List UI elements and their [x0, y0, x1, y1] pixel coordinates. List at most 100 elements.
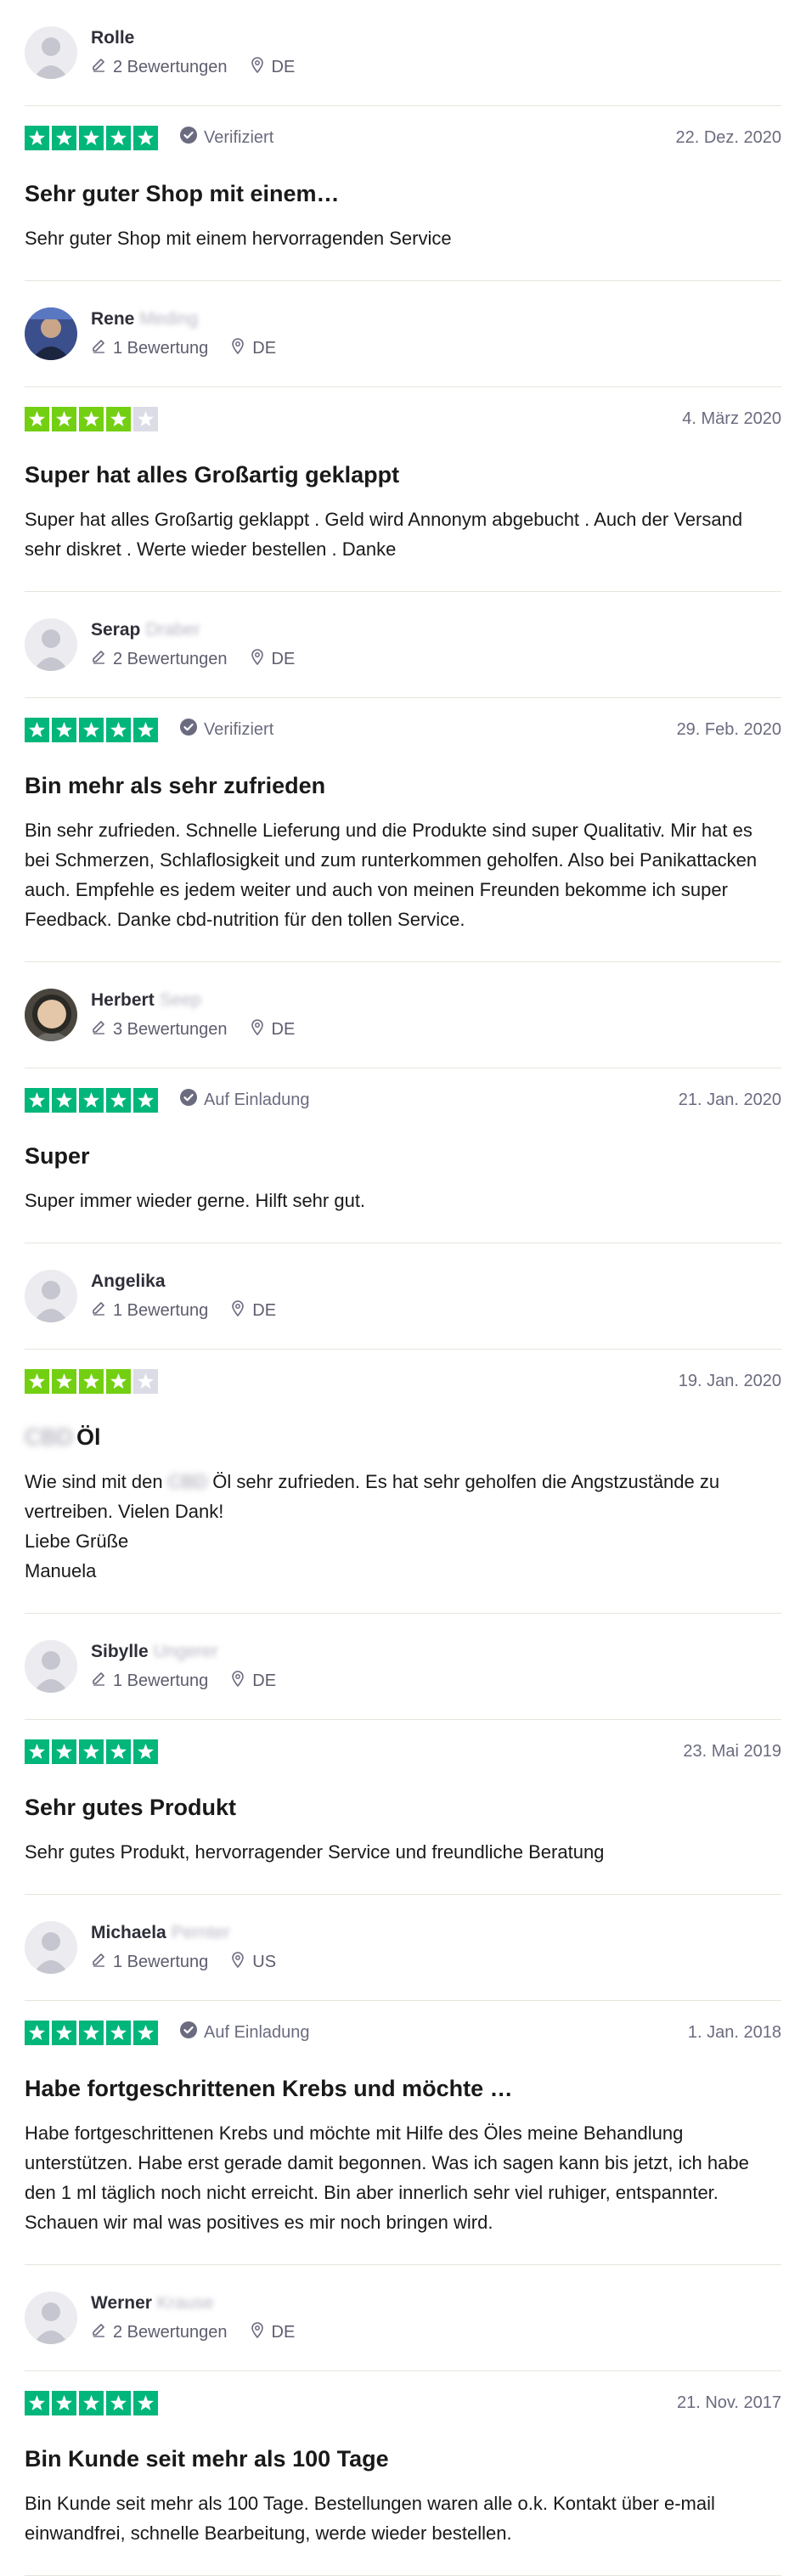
badge-label: Verifiziert — [204, 719, 274, 739]
review-date: 21. Nov. 2017 — [676, 2393, 781, 2412]
review-header: 23. Mai 2019 — [25, 1720, 781, 1783]
star-icon — [133, 717, 158, 742]
consumer-name[interactable]: Werner Krause — [91, 2292, 295, 2314]
review-date: 4. März 2020 — [682, 409, 781, 428]
review-count-label: 2 Bewertungen — [113, 649, 228, 668]
rating-group: Auf Einladung — [25, 2020, 310, 2045]
consumer-meta: 3 Bewertungen DE — [91, 1018, 295, 1040]
verification-badge[interactable]: Verifiziert — [179, 718, 273, 741]
consumer-location: DE — [230, 1299, 276, 1322]
review-text-body: Sehr guter Shop mit einem hervorragenden… — [25, 228, 452, 249]
star-rating — [25, 1087, 161, 1113]
reviews-list: Rolle 2 Bewertungen DE Verifiziert 22. Dez. … — [0, 0, 806, 2576]
consumer-meta: 1 Bewertung DE — [91, 1299, 276, 1322]
location-pin-icon — [250, 56, 272, 78]
review-title[interactable]: Sehr guter Shop mit einem… — [25, 179, 781, 208]
consumer-details: Angelika 1 Bewertung DE — [91, 1271, 276, 1322]
review-count: 2 Bewertungen — [91, 649, 228, 669]
review-title-text: Sehr guter Shop mit einem… — [25, 181, 340, 206]
star-icon — [52, 125, 76, 150]
review-count: 3 Bewertungen — [91, 1019, 228, 1040]
consumer-details: Rolle 2 Bewertungen DE — [91, 27, 295, 78]
review-card: Sibylle Ungerer 1 Bewertung DE 23. Mai 2019 S… — [0, 1614, 806, 1895]
review-title-text: Öl — [76, 1424, 101, 1450]
verification-badge[interactable]: Verifiziert — [179, 126, 273, 149]
consumer-name[interactable]: Serap Draber — [91, 619, 295, 641]
review-text-part: Wie sind mit den — [25, 1471, 168, 1492]
review-text-body: Super immer wieder gerne. Hilft sehr gut… — [25, 1190, 366, 1211]
country-code: DE — [252, 1300, 277, 1320]
review-header: Auf Einladung 1. Jan. 2018 — [25, 2001, 781, 2064]
star-rating — [25, 2020, 161, 2045]
review-text-redacted: CBD — [167, 1471, 208, 1492]
consumer-info: Michaela Pernter 1 Bewertung US — [25, 1895, 781, 2001]
star-icon — [25, 1087, 49, 1113]
star-icon — [79, 406, 104, 431]
consumer-info: Rolle 2 Bewertungen DE — [25, 0, 781, 106]
star-rating — [25, 406, 161, 431]
consumer-first-name: Werner — [91, 2293, 152, 2313]
review-text: Bin Kunde seit mehr als 100 Tage. Bestel… — [25, 2489, 781, 2548]
review-title[interactable]: CBD Öl — [25, 1423, 781, 1451]
avatar[interactable] — [25, 989, 77, 1041]
consumer-name[interactable]: Rolle — [91, 27, 295, 49]
star-icon — [106, 1739, 131, 1764]
pencil-icon — [91, 57, 113, 77]
consumer-last-name: Pernter — [171, 1923, 230, 1942]
avatar[interactable] — [25, 1921, 77, 1974]
consumer-name[interactable]: Angelika — [91, 1271, 276, 1293]
star-icon — [52, 1739, 76, 1764]
avatar[interactable] — [25, 618, 77, 671]
review-count: 1 Bewertung — [91, 1952, 208, 1972]
review-count: 2 Bewertungen — [91, 2322, 228, 2342]
review-title[interactable]: Bin Kunde seit mehr als 100 Tage — [25, 2444, 781, 2473]
review-header: Verifiziert 29. Feb. 2020 — [25, 698, 781, 761]
verification-badge[interactable]: Auf Einladung — [179, 1088, 310, 1112]
review-count-label: 1 Bewertung — [113, 1671, 209, 1690]
star-icon — [52, 1087, 76, 1113]
review-count-label: 3 Bewertungen — [113, 1019, 228, 1039]
avatar[interactable] — [25, 1640, 77, 1693]
star-rating — [25, 717, 161, 742]
rating-group: Auf Einladung — [25, 1087, 310, 1113]
review-title-text: Super — [25, 1143, 90, 1169]
star-rating — [25, 1739, 161, 1764]
avatar[interactable] — [25, 2291, 77, 2344]
country-code: DE — [252, 338, 277, 358]
consumer-name[interactable]: Rene Meding — [91, 308, 276, 330]
avatar[interactable] — [25, 307, 77, 360]
review-card: Rolle 2 Bewertungen DE Verifiziert 22. Dez. … — [0, 0, 806, 281]
star-icon — [25, 1368, 49, 1394]
consumer-last-name: Draber — [145, 620, 200, 640]
star-icon — [133, 1087, 158, 1113]
star-icon — [106, 125, 131, 150]
rating-group: Verifiziert — [25, 717, 273, 742]
consumer-location: DE — [250, 2321, 295, 2343]
review-text-body: Bin Kunde seit mehr als 100 Tage. Bestel… — [25, 2493, 715, 2544]
consumer-name[interactable]: Michaela Pernter — [91, 1922, 276, 1944]
rating-group — [25, 2390, 161, 2415]
review-title[interactable]: Bin mehr als sehr zufrieden — [25, 771, 781, 800]
country-code: DE — [271, 1019, 296, 1039]
consumer-name[interactable]: Sibylle Ungerer — [91, 1641, 276, 1663]
avatar[interactable] — [25, 26, 77, 79]
star-icon — [133, 2390, 158, 2415]
review-title[interactable]: Super — [25, 1141, 781, 1170]
review-title[interactable]: Super hat alles Großartig geklappt — [25, 460, 781, 489]
consumer-info: Rene Meding 1 Bewertung DE — [25, 281, 781, 387]
consumer-last-name: Meding — [139, 309, 199, 329]
review-count: 1 Bewertung — [91, 1671, 208, 1691]
star-icon — [106, 2020, 131, 2045]
review-date: 22. Dez. 2020 — [675, 127, 781, 147]
review-title[interactable]: Sehr gutes Produkt — [25, 1793, 781, 1822]
verification-badge[interactable]: Auf Einladung — [179, 2021, 310, 2044]
star-icon — [79, 1368, 104, 1394]
review-title[interactable]: Habe fortgeschrittenen Krebs und möchte … — [25, 2074, 781, 2103]
avatar[interactable] — [25, 1270, 77, 1322]
consumer-name[interactable]: Herbert Seep — [91, 989, 295, 1012]
consumer-location: DE — [250, 1018, 296, 1040]
review-text-body: Sehr gutes Produkt, hervorragender Servi… — [25, 1841, 605, 1863]
country-code: DE — [271, 649, 296, 668]
review-count-label: 2 Bewertungen — [113, 57, 228, 76]
consumer-meta: 2 Bewertungen DE — [91, 648, 295, 670]
